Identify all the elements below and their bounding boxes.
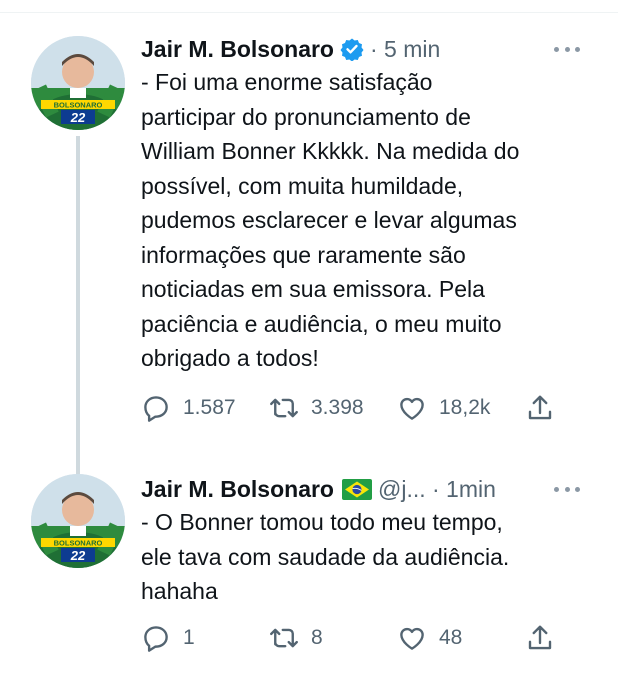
tweet-header: Jair M. Bolsonaro · 5 min: [141, 32, 440, 66]
verified-badge-icon: [340, 37, 364, 62]
tweet-text-line: paciência e audiência, o meu muito: [141, 310, 502, 337]
retweet-button[interactable]: 8: [269, 618, 323, 658]
top-divider: [0, 12, 618, 13]
retweet-count: 8: [311, 626, 323, 649]
tweet-text-line: noticiadas em sua emissora. Pela: [141, 276, 485, 302]
share-icon: [528, 395, 552, 420]
tweet-text-line: - Foi uma enorme satisfação: [141, 69, 433, 95]
tweet-header: Jair M. Bolsonaro @j... · 1min: [141, 472, 496, 506]
tweet-text-line: informações que raramente são: [141, 241, 466, 268]
avatar[interactable]: BOLSONARO 22: [31, 474, 125, 568]
like-button[interactable]: 18,2k: [397, 388, 490, 428]
tweet-text-line: ele tava com saudade da audiência.: [141, 543, 510, 570]
tweet-text-line: William Bonner Kkkkk. Na medida do: [141, 138, 520, 164]
tweet-actions: 1 8 48: [141, 618, 581, 658]
tweet-text-line: pudemos esclarecer e levar algumas: [141, 207, 517, 233]
tweet-text-line: obrigado a todos!: [141, 345, 319, 371]
tweet-text: - Foi uma enorme satisfação participar d…: [141, 65, 601, 376]
share-icon: [528, 625, 552, 650]
brazil-flag-icon: [341, 478, 372, 500]
share-button[interactable]: [525, 388, 555, 428]
share-button[interactable]: [525, 618, 555, 658]
like-icon: [400, 397, 424, 420]
reply-icon: [144, 626, 168, 652]
tweet-text-line: possível, com muita humildade,: [141, 172, 464, 199]
reply-icon: [144, 396, 168, 422]
author-name[interactable]: Jair M. Bolsonaro: [141, 476, 334, 503]
thread-line: [76, 136, 80, 482]
more-icon[interactable]: [552, 34, 582, 64]
reply-count: 1.587: [183, 396, 236, 419]
reply-button[interactable]: 1.587: [141, 388, 236, 428]
tweet-2[interactable]: BOLSONARO 22 Jair M. Bolsonaro @j... · 1…: [0, 462, 618, 680]
tweet-handle-timestamp[interactable]: @j... · 1min: [378, 476, 496, 503]
like-count: 48: [439, 626, 463, 649]
tweet-1[interactable]: BOLSONARO 22 Jair M. Bolsonaro · 5 min -…: [0, 22, 618, 482]
tweet-text-line: hahaha: [141, 578, 218, 604]
author-name[interactable]: Jair M. Bolsonaro: [141, 36, 334, 63]
tweet-text-line: - O Bonner tomou todo meu tempo,: [141, 509, 503, 535]
svg-text:22: 22: [70, 110, 86, 125]
like-count: 18,2k: [439, 396, 491, 419]
retweet-icon: [270, 398, 298, 418]
tweet-text-line: participar do pronunciamento de: [141, 103, 471, 130]
retweet-count: 3.398: [311, 396, 364, 419]
svg-text:BOLSONARO: BOLSONARO: [54, 539, 103, 548]
reply-count: 1: [183, 626, 195, 649]
reply-button[interactable]: 1: [141, 618, 195, 658]
tweet-text: - O Bonner tomou todo meu tempo, ele tav…: [141, 505, 601, 609]
like-icon: [400, 627, 424, 650]
tweet-timestamp[interactable]: · 5 min: [370, 36, 440, 63]
more-icon[interactable]: [552, 474, 582, 504]
svg-text:22: 22: [70, 548, 86, 563]
avatar[interactable]: BOLSONARO 22: [31, 36, 125, 130]
tweet-actions: 1.587 3.398 18,2k: [141, 388, 581, 428]
like-button[interactable]: 48: [397, 618, 462, 658]
retweet-icon: [270, 628, 298, 648]
svg-text:BOLSONARO: BOLSONARO: [54, 101, 103, 110]
retweet-button[interactable]: 3.398: [269, 388, 364, 428]
